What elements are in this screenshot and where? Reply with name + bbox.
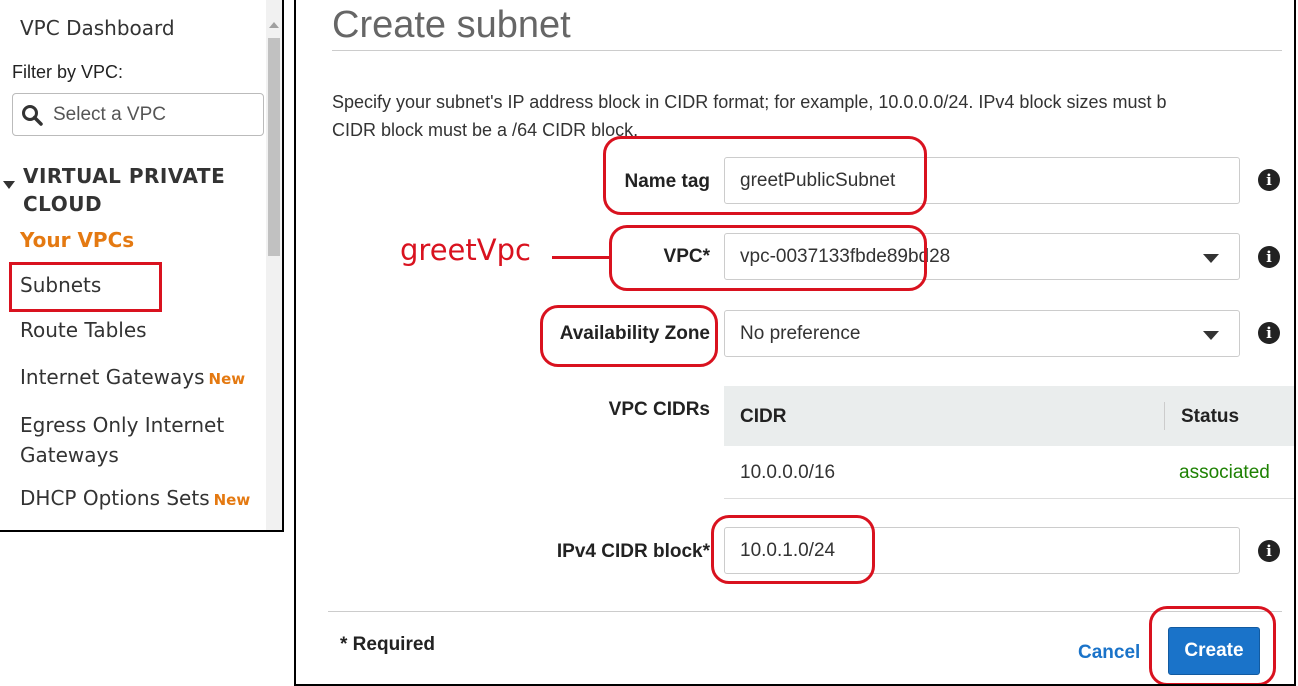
ipv4-cidr-label: IPv4 CIDR block* xyxy=(556,541,710,562)
annotation-box-ipv4-cidr xyxy=(711,515,875,584)
footer-divider xyxy=(328,611,1282,612)
info-icon[interactable]: i xyxy=(1258,246,1280,268)
column-header-status: Status xyxy=(1181,406,1240,427)
scrollbar-thumb[interactable] xyxy=(268,38,280,256)
availability-zone-select[interactable]: No preference xyxy=(724,310,1240,357)
sidebar-item-label: DHCP Options Sets xyxy=(20,486,210,510)
sidebar-item-vpc-dashboard[interactable]: VPC Dashboard xyxy=(20,16,175,40)
info-icon[interactable]: i xyxy=(1258,322,1280,344)
search-placeholder: Select a VPC xyxy=(53,104,166,125)
collapse-caret-icon[interactable] xyxy=(3,181,15,189)
annotation-label-greetvpc: greetVpc xyxy=(400,233,531,267)
cidr-table-header: CIDR Status xyxy=(724,386,1294,446)
title-divider xyxy=(332,50,1282,51)
page-title: Create subnet xyxy=(332,4,571,46)
chevron-down-icon xyxy=(1203,331,1219,340)
search-icon xyxy=(22,105,43,126)
sidebar-item-egress-only-internet-gateways[interactable]: Egress Only Internet Gateways xyxy=(20,410,256,470)
description-line-1: Specify your subnet's IP address block i… xyxy=(332,92,1167,112)
sidebar-item-internet-gateways[interactable]: Internet Gateways New xyxy=(20,365,245,389)
new-badge: New xyxy=(213,491,251,509)
required-note: * Required xyxy=(340,634,436,655)
column-divider xyxy=(1164,402,1165,430)
sidebar-scrollbar[interactable] xyxy=(266,0,282,530)
cidr-cell: 10.0.0.0/16 xyxy=(740,462,836,483)
sidebar-item-route-tables[interactable]: Route Tables xyxy=(20,318,147,342)
table-row: 10.0.0.0/16 associated xyxy=(724,446,1294,499)
status-badge: associated xyxy=(1179,462,1270,483)
annotation-box-availability-zone xyxy=(540,305,718,367)
availability-zone-value: No preference xyxy=(740,323,861,344)
sidebar-section-title[interactable]: VIRTUAL PRIVATE CLOUD xyxy=(23,162,253,218)
column-header-cidr: CIDR xyxy=(740,406,787,427)
annotation-box-create xyxy=(1149,606,1276,684)
annotation-box-subnets xyxy=(9,262,162,312)
scroll-up-arrow-icon[interactable] xyxy=(269,22,279,28)
sidebar-item-dhcp-options-sets[interactable]: DHCP Options Sets New xyxy=(20,486,250,510)
vpc-filter-search[interactable]: Select a VPC xyxy=(12,93,264,136)
vpc-cidrs-label: VPC CIDRs xyxy=(608,399,710,420)
new-badge: New xyxy=(208,370,246,388)
create-subnet-dialog: Create subnet Specify your subnet's IP a… xyxy=(294,0,1296,686)
annotation-box-vpc xyxy=(609,225,927,291)
chevron-down-icon xyxy=(1203,254,1219,263)
sidebar-item-your-vpcs[interactable]: Your VPCs xyxy=(20,228,134,252)
annotation-box-name-tag xyxy=(603,136,927,215)
annotation-connector-line xyxy=(552,256,610,259)
info-icon[interactable]: i xyxy=(1258,169,1280,191)
info-icon[interactable]: i xyxy=(1258,540,1280,562)
sidebar-item-label: Internet Gateways xyxy=(20,365,205,389)
filter-by-vpc-label: Filter by VPC: xyxy=(12,62,124,82)
cancel-button[interactable]: Cancel xyxy=(1078,642,1140,664)
